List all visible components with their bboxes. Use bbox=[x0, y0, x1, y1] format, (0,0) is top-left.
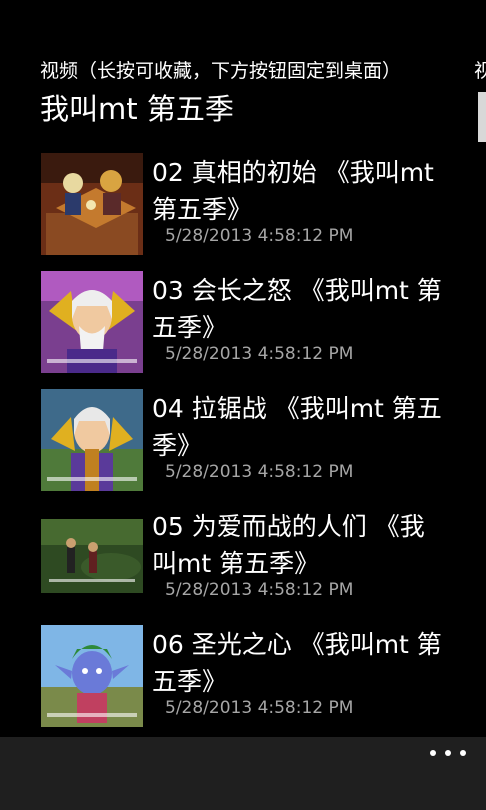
episode-date: 5/28/2013 4:58:12 PM bbox=[165, 344, 354, 364]
list-item[interactable]: 06 圣光之心 《我叫mt 第五季》 5/28/2013 4:58:12 PM bbox=[40, 622, 470, 740]
application-bar bbox=[0, 737, 486, 810]
list-item[interactable]: 05 为爱而战的人们 《我叫mt 第五季》 5/28/2013 4:58:12 … bbox=[40, 504, 470, 622]
episode-date: 5/28/2013 4:58:12 PM bbox=[165, 462, 354, 482]
list-item[interactable]: 02 真相的初始 《我叫mt 第五季》 5/28/2013 4:58:12 PM bbox=[40, 150, 470, 268]
app-page: 视频（长按可收藏，下方按钮固定到桌面） 视 我叫mt 第五季 02 真相的初始 … bbox=[0, 0, 486, 810]
episode-thumbnail bbox=[41, 389, 143, 491]
ellipsis-dot bbox=[445, 750, 451, 756]
episode-date: 5/28/2013 4:58:12 PM bbox=[165, 226, 354, 246]
episode-title: 05 为爱而战的人们 《我叫mt 第五季》 bbox=[152, 512, 425, 578]
episode-thumbnail bbox=[41, 625, 143, 727]
episode-title: 04 拉锯战 《我叫mt 第五季》 bbox=[152, 394, 442, 460]
episode-date: 5/28/2013 4:58:12 PM bbox=[165, 580, 354, 600]
episode-thumbnail bbox=[41, 507, 143, 609]
episode-title: 03 会长之怒 《我叫mt 第五季》 bbox=[152, 276, 442, 342]
episode-list: 02 真相的初始 《我叫mt 第五季》 5/28/2013 4:58:12 PM… bbox=[40, 150, 470, 740]
page-title: 我叫mt 第五季 bbox=[40, 92, 234, 126]
episode-title: 02 真相的初始 《我叫mt 第五季》 bbox=[152, 158, 434, 224]
episode-thumbnail bbox=[41, 153, 143, 255]
pivot-header[interactable]: 视频（长按可收藏，下方按钮固定到桌面） bbox=[40, 56, 401, 83]
episode-date: 5/28/2013 4:58:12 PM bbox=[165, 698, 354, 718]
ellipsis-icon[interactable] bbox=[430, 745, 466, 761]
ellipsis-dot bbox=[430, 750, 436, 756]
ellipsis-dot bbox=[460, 750, 466, 756]
pivot-next-header[interactable]: 视 bbox=[474, 56, 486, 83]
list-item[interactable]: 03 会长之怒 《我叫mt 第五季》 5/28/2013 4:58:12 PM bbox=[40, 268, 470, 386]
episode-thumbnail bbox=[41, 271, 143, 373]
episode-title: 06 圣光之心 《我叫mt 第五季》 bbox=[152, 630, 442, 696]
next-pivot-peek bbox=[478, 92, 486, 142]
list-item[interactable]: 04 拉锯战 《我叫mt 第五季》 5/28/2013 4:58:12 PM bbox=[40, 386, 470, 504]
